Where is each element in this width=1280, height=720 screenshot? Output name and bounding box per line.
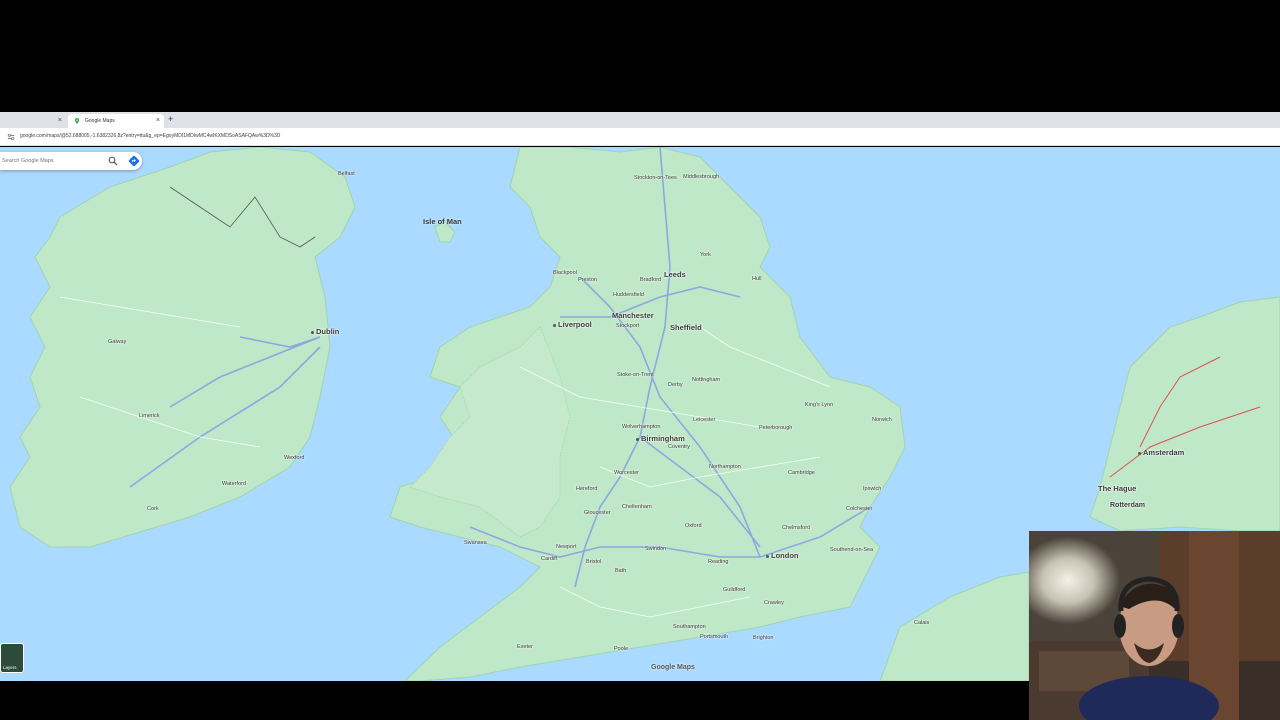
label-liverpool[interactable]: Liverpool bbox=[553, 320, 592, 329]
label-brighton[interactable]: Brighton bbox=[753, 635, 774, 641]
label-limerick[interactable]: Limerick bbox=[139, 413, 159, 419]
city-name: London bbox=[771, 551, 799, 560]
label-swansea[interactable]: Swansea bbox=[464, 540, 487, 546]
label-oxford[interactable]: Oxford bbox=[685, 523, 702, 529]
label-gloucester[interactable]: Gloucester bbox=[584, 510, 611, 516]
label-hereford[interactable]: Hereford bbox=[576, 486, 597, 492]
city-name: Amsterdam bbox=[1143, 448, 1185, 457]
site-settings-icon[interactable] bbox=[7, 133, 15, 141]
layers-label: Layers bbox=[3, 665, 17, 670]
tab-previous[interactable]: × bbox=[0, 114, 66, 128]
label-norwich[interactable]: Norwich bbox=[872, 417, 892, 423]
label-preston[interactable]: Preston bbox=[578, 277, 597, 283]
label-rotterdam[interactable]: Rotterdam bbox=[1110, 502, 1145, 509]
search-box[interactable] bbox=[0, 152, 142, 170]
great-britain-landmass bbox=[389, 147, 906, 681]
label-isle-of-man[interactable]: Isle of Man bbox=[423, 217, 462, 226]
label-hull[interactable]: Hull bbox=[752, 276, 761, 282]
ireland-landmass bbox=[9, 147, 356, 548]
tab-strip: × Google Maps × bbox=[0, 112, 1280, 128]
label-swindon[interactable]: Swindon bbox=[645, 546, 666, 552]
label-worcester[interactable]: Worcester bbox=[614, 470, 639, 476]
label-northampton[interactable]: Northampton bbox=[709, 464, 741, 470]
label-bristol[interactable]: Bristol bbox=[586, 559, 601, 565]
label-huddersfield[interactable]: Huddersfield bbox=[613, 292, 644, 298]
label-london[interactable]: London bbox=[766, 551, 799, 560]
close-tab-icon[interactable]: × bbox=[156, 117, 160, 124]
label-guildford[interactable]: Guildford bbox=[723, 587, 745, 593]
label-calais[interactable]: Calais bbox=[914, 620, 929, 626]
label-waterford[interactable]: Waterford bbox=[222, 481, 246, 487]
label-kings-lynn[interactable]: King's Lynn bbox=[805, 402, 833, 408]
label-reading[interactable]: Reading bbox=[708, 559, 729, 565]
webcam-feed bbox=[1029, 531, 1280, 720]
directions-icon[interactable] bbox=[128, 155, 140, 167]
screen: × Google Maps × + google.com/maps/@52.68… bbox=[0, 0, 1280, 720]
layers-button[interactable]: Layers bbox=[0, 643, 24, 673]
label-amsterdam[interactable]: Amsterdam bbox=[1138, 448, 1184, 457]
label-middlesbrough[interactable]: Middlesbrough bbox=[683, 174, 719, 180]
label-stoke[interactable]: Stoke-on-Trent bbox=[617, 372, 653, 378]
tab-google-maps[interactable]: Google Maps × bbox=[68, 114, 164, 128]
city-name: Dublin bbox=[316, 327, 340, 336]
label-galway[interactable]: Galway bbox=[108, 339, 126, 345]
label-wexford[interactable]: Wexford bbox=[284, 455, 304, 461]
label-bradford[interactable]: Bradford bbox=[640, 277, 661, 283]
city-dot-icon bbox=[766, 554, 769, 558]
label-chelmsford[interactable]: Chelmsford bbox=[782, 525, 810, 531]
label-cardiff[interactable]: Cardiff bbox=[541, 556, 557, 562]
city-dot-icon bbox=[636, 437, 639, 441]
france-landmass bbox=[879, 571, 1030, 681]
close-tab-icon[interactable]: × bbox=[58, 117, 62, 124]
label-stockton[interactable]: Stockton-on-Tees bbox=[634, 175, 677, 181]
map-attribution: Google Maps bbox=[651, 664, 695, 671]
new-tab-button[interactable]: + bbox=[168, 113, 173, 125]
label-colchester[interactable]: Colchester bbox=[846, 506, 872, 512]
label-manchester[interactable]: Manchester bbox=[612, 311, 654, 320]
tab-title: Google Maps bbox=[85, 118, 115, 124]
label-belfast[interactable]: Belfast bbox=[338, 171, 355, 177]
city-dot-icon bbox=[1138, 451, 1141, 455]
label-stockport[interactable]: Stockport bbox=[616, 323, 639, 329]
label-poole[interactable]: Poole bbox=[614, 646, 628, 652]
city-name: Birmingham bbox=[641, 434, 685, 443]
netherlands-landmass bbox=[1089, 296, 1280, 532]
label-wolverhampton[interactable]: Wolverhampton bbox=[622, 424, 660, 430]
label-the-hague[interactable]: The Hague bbox=[1098, 484, 1136, 493]
url-text[interactable]: google.com/maps/@52.688005,-1.6382326,8z… bbox=[20, 133, 280, 139]
label-cork[interactable]: Cork bbox=[147, 506, 159, 512]
label-crawley[interactable]: Crawley bbox=[764, 600, 784, 606]
label-birmingham[interactable]: Birmingham bbox=[636, 434, 685, 443]
label-portsmouth[interactable]: Portsmouth bbox=[700, 634, 728, 640]
city-name: Liverpool bbox=[558, 320, 592, 329]
search-icon[interactable] bbox=[108, 156, 118, 166]
label-dublin[interactable]: Dublin bbox=[311, 327, 339, 336]
label-blackpool[interactable]: Blackpool bbox=[553, 270, 577, 276]
label-derby[interactable]: Derby bbox=[668, 382, 683, 388]
label-bath[interactable]: Bath bbox=[615, 568, 626, 574]
label-york[interactable]: York bbox=[700, 252, 711, 258]
label-cheltenham[interactable]: Cheltenham bbox=[622, 504, 652, 510]
label-leicester[interactable]: Leicester bbox=[693, 417, 715, 423]
label-coventry[interactable]: Coventry bbox=[668, 444, 690, 450]
label-sheffield[interactable]: Sheffield bbox=[670, 323, 702, 332]
label-ipswich[interactable]: Ipswich bbox=[863, 486, 881, 492]
label-southampton[interactable]: Southampton bbox=[673, 624, 706, 630]
label-newport[interactable]: Newport bbox=[556, 544, 576, 550]
label-cambridge[interactable]: Cambridge bbox=[788, 470, 815, 476]
city-dot-icon bbox=[311, 330, 314, 334]
label-exeter[interactable]: Exeter bbox=[517, 644, 533, 650]
webcam-overlay bbox=[1029, 531, 1280, 720]
label-southend[interactable]: Southend-on-Sea bbox=[830, 547, 873, 553]
label-leeds[interactable]: Leeds bbox=[664, 270, 686, 279]
label-peterborough[interactable]: Peterborough bbox=[759, 425, 792, 431]
google-maps-favicon-icon bbox=[74, 118, 80, 124]
label-nottingham[interactable]: Nottingham bbox=[692, 377, 720, 383]
city-dot-icon bbox=[553, 323, 556, 327]
address-bar[interactable]: google.com/maps/@52.688005,-1.6382326,8z… bbox=[0, 128, 1280, 146]
search-input[interactable] bbox=[2, 155, 102, 167]
